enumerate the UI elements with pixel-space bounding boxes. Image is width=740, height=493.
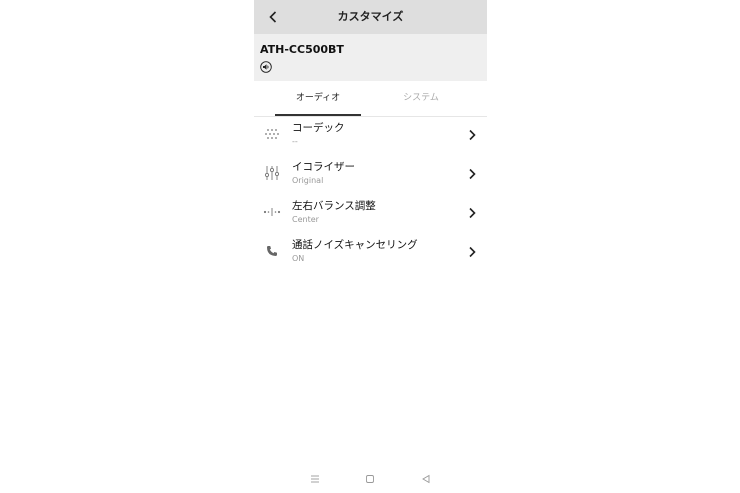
app-header: カスタマイズ: [254, 0, 487, 34]
page-title: カスタマイズ: [337, 10, 404, 23]
phone-icon: [267, 246, 277, 256]
setting-label: コーデック: [292, 122, 345, 134]
system-navigation-bar: [254, 468, 487, 493]
speaker-icon: [260, 61, 272, 73]
chevron-right-icon: [469, 246, 476, 258]
tab-bar: オーディオ システム: [254, 81, 487, 117]
menu-icon: [311, 475, 319, 483]
chevron-right-icon: [469, 207, 476, 219]
tab-audio[interactable]: オーディオ: [275, 81, 361, 116]
setting-label: 通話ノイズキャンセリング: [292, 239, 418, 251]
setting-row-codec[interactable]: コーデック --: [254, 116, 487, 155]
setting-value: Original: [292, 176, 324, 185]
balance-icon: [263, 208, 281, 216]
recent-apps-button[interactable]: [308, 472, 322, 486]
device-panel: ATH-CC500BT: [254, 34, 487, 81]
equalizer-sliders-icon: [264, 166, 280, 180]
setting-row-balance[interactable]: 左右バランス調整 Center: [254, 194, 487, 233]
home-button[interactable]: [363, 472, 377, 486]
chevron-right-icon: [469, 129, 476, 141]
setting-value: Center: [292, 215, 319, 224]
app-screen: カスタマイズ ATH-CC500BT オーディオ システム コーデック -- イ…: [254, 0, 487, 493]
setting-row-equalizer[interactable]: イコライザー Original: [254, 155, 487, 194]
system-back-button[interactable]: [419, 472, 433, 486]
codec-dots-icon: [265, 129, 279, 139]
setting-label: イコライザー: [292, 161, 355, 173]
chevron-right-icon: [469, 168, 476, 180]
setting-row-call-noise-cancelling[interactable]: 通話ノイズキャンセリング ON: [254, 233, 487, 272]
tab-system[interactable]: システム: [378, 81, 464, 116]
setting-value: ON: [292, 254, 305, 263]
device-name: ATH-CC500BT: [260, 43, 344, 56]
back-triangle-icon: [422, 474, 430, 484]
setting-label: 左右バランス調整: [292, 200, 376, 212]
setting-value: --: [292, 137, 298, 146]
home-square-icon: [366, 475, 374, 483]
